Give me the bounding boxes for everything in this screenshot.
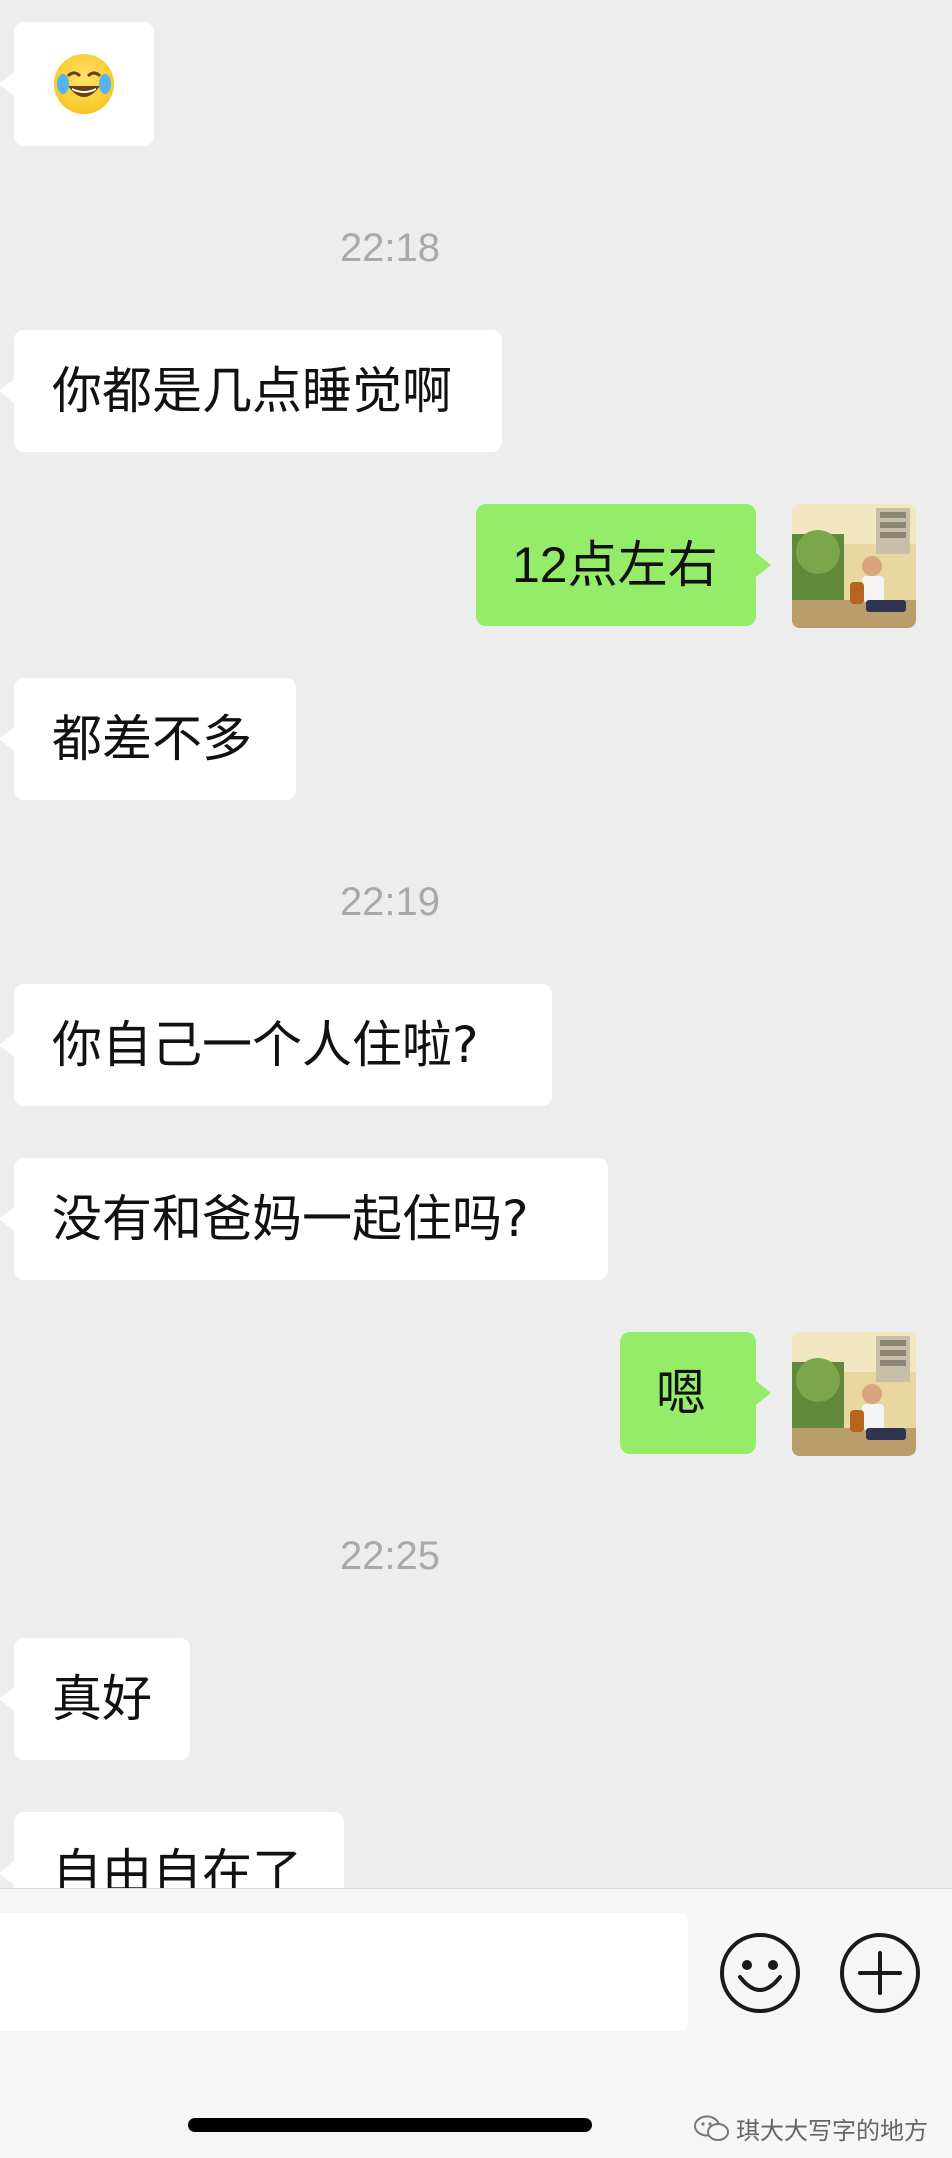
home-indicator[interactable] <box>188 2118 592 2132</box>
incoming-message-bubble[interactable]: 你自己一个人住啦? <box>0 984 552 1106</box>
user-avatar[interactable] <box>792 504 916 628</box>
watermark: 琪大大写字的地方 <box>694 2111 928 2146</box>
incoming-message-bubble[interactable] <box>0 22 154 146</box>
incoming-message-bubble[interactable]: 都差不多 <box>0 678 296 800</box>
tears-of-joy-emoji-icon <box>54 54 114 114</box>
timestamp: 22:18 <box>339 226 441 270</box>
incoming-message-bubble[interactable]: 自由自在了 <box>0 1812 344 1888</box>
incoming-message-bubble[interactable]: 真好 <box>0 1638 190 1760</box>
chat-input-bar: 琪大大写字的地方 <box>0 1888 952 2158</box>
more-options-button[interactable] <box>838 1931 922 2015</box>
message-input[interactable] <box>0 1913 688 2031</box>
incoming-message-bubble[interactable]: 你都是几点睡觉啊 <box>0 330 502 452</box>
watermark-text: 琪大大写字的地方 <box>736 2118 928 2145</box>
plus-circle-icon <box>840 1933 920 2013</box>
smiley-face-icon <box>720 1933 800 2013</box>
wechat-logo-icon <box>694 2115 729 2141</box>
incoming-message-bubble[interactable]: 没有和爸妈一起住吗? <box>0 1158 608 1280</box>
timestamp: 22:25 <box>339 1534 441 1578</box>
emoji-button[interactable] <box>718 1931 802 2015</box>
chat-message-list[interactable]: 22:18 你都是几点睡觉啊 12点左右 都差不多 22:19 你自己一个人住啦… <box>0 0 952 1888</box>
user-avatar[interactable] <box>792 1332 916 1456</box>
outgoing-message-bubble[interactable]: 12点左右 <box>476 504 771 626</box>
timestamp: 22:19 <box>339 880 441 924</box>
outgoing-message-bubble[interactable]: 嗯 <box>620 1332 771 1454</box>
